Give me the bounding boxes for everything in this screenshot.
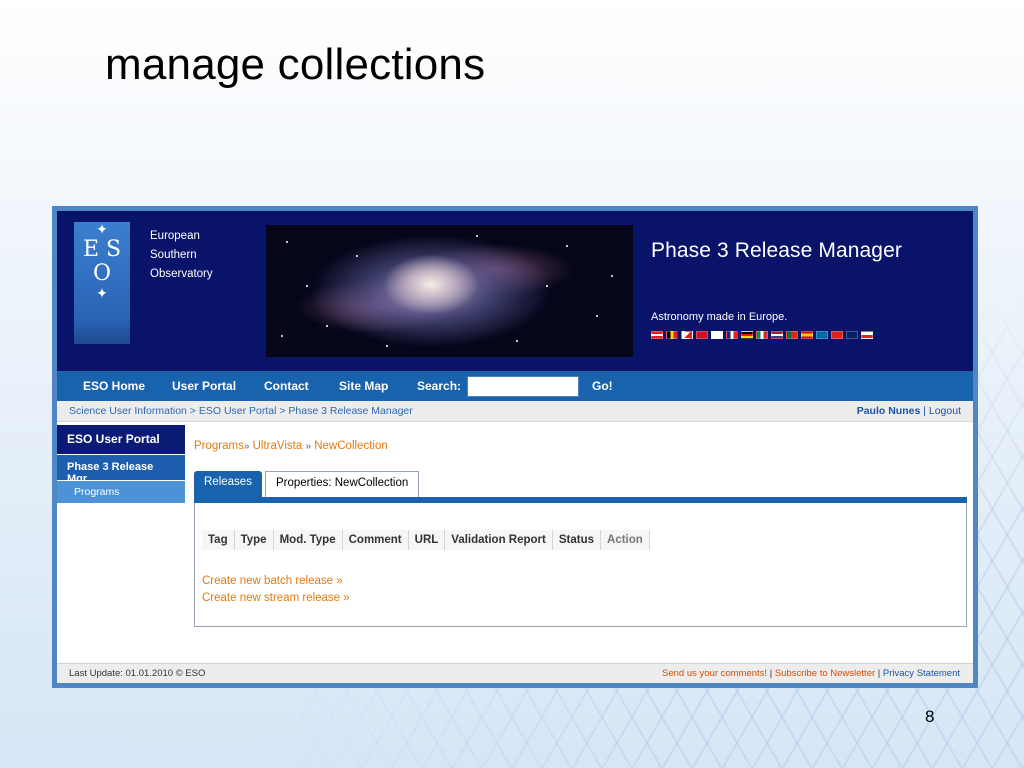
slide-number: 8	[925, 707, 935, 726]
search-label: Search:	[417, 379, 462, 393]
star-icon: ✦	[96, 222, 108, 238]
send-comments-link[interactable]: Send us your comments!	[662, 668, 767, 679]
flag-icon	[741, 331, 753, 339]
tagline: Astronomy made in Europe.	[651, 311, 788, 323]
screenshot-frame: ✦ E S O ✦ European Southern Observatory …	[52, 206, 978, 688]
sidebar-item-programs[interactable]: Programs	[57, 481, 185, 503]
flag-icon	[666, 331, 678, 339]
main-nav: ESO Home User Portal Contact Site Map Se…	[57, 371, 973, 401]
user-box: Paulo Nunes | Logout	[857, 405, 961, 417]
flag-icon	[846, 331, 858, 339]
flag-icon	[771, 331, 783, 339]
create-stream-release-link[interactable]: Create new stream release »	[202, 590, 350, 607]
nav-user-portal[interactable]: User Portal	[172, 379, 236, 393]
go-button[interactable]: Go!	[592, 379, 613, 393]
site-footer: Last Update: 01.01.2010 © ESO Send us yo…	[57, 663, 973, 683]
site-header: ✦ E S O ✦ European Southern Observatory …	[57, 211, 973, 371]
path-separator: »	[243, 441, 250, 452]
column-header: Validation Report	[445, 530, 553, 550]
galaxy-banner-image	[266, 225, 633, 357]
nav-eso-home[interactable]: ESO Home	[83, 379, 145, 393]
last-update: Last Update: 01.01.2010 © ESO	[69, 668, 206, 679]
privacy-statement-link[interactable]: Privacy Statement	[883, 668, 960, 679]
tab-properties[interactable]: Properties: NewCollection	[264, 471, 420, 498]
releases-panel: Tag Type Mod. Type Comment URL Validatio…	[194, 503, 967, 627]
logout-link[interactable]: Logout	[929, 405, 961, 417]
collection-path: Programs» UltraVista » NewCollection	[194, 440, 388, 452]
nav-site-map[interactable]: Site Map	[339, 379, 388, 393]
column-header: Type	[234, 530, 274, 550]
flag-icon	[861, 331, 873, 339]
search-input[interactable]	[467, 376, 579, 397]
table-header: Tag Type Mod. Type Comment URL Validatio…	[202, 530, 650, 550]
flag-icon	[816, 331, 828, 339]
subscribe-newsletter-link[interactable]: Subscribe to Newsletter	[775, 668, 875, 679]
path-ultravista-link[interactable]: UltraVista	[253, 440, 303, 452]
sidebar-item-release-mgr[interactable]: Phase 3 Release Mgr	[57, 455, 185, 485]
column-header: Action	[601, 530, 650, 550]
column-header: URL	[408, 530, 446, 550]
path-programs-link[interactable]: Programs	[194, 440, 244, 452]
flag-icon	[681, 331, 693, 339]
flag-icon	[801, 331, 813, 339]
country-flags	[651, 331, 911, 339]
column-header: Mod. Type	[273, 530, 343, 550]
org-name: European Southern Observatory	[150, 230, 213, 280]
flag-icon	[651, 331, 663, 339]
logo-letters: E S O	[82, 237, 122, 286]
path-separator: »	[305, 441, 312, 452]
create-batch-release-link[interactable]: Create new batch release »	[202, 573, 350, 590]
breadcrumb-bar: Science User Information > ESO User Port…	[57, 401, 973, 422]
eso-logo[interactable]: ✦ E S O ✦	[74, 222, 130, 344]
footer-links: Send us your comments! | Subscribe to Ne…	[662, 668, 960, 679]
breadcrumb[interactable]: Science User Information > ESO User Port…	[69, 405, 413, 417]
slide-title: manage collections	[105, 40, 486, 89]
user-name[interactable]: Paulo Nunes	[857, 405, 921, 417]
tab-releases[interactable]: Releases	[194, 471, 262, 498]
footer-separator: |	[769, 668, 773, 679]
flag-icon	[711, 331, 723, 339]
app-title: Phase 3 Release Manager	[651, 239, 902, 262]
path-newcollection-link[interactable]: NewCollection	[314, 440, 388, 452]
column-header: Tag	[202, 530, 235, 550]
flag-icon	[696, 331, 708, 339]
column-header: Comment	[342, 530, 409, 550]
flag-icon	[831, 331, 843, 339]
flag-icon	[756, 331, 768, 339]
star-icon: ✦	[96, 286, 108, 302]
release-actions: Create new batch release » Create new st…	[202, 573, 350, 607]
footer-separator: |	[877, 668, 881, 679]
tab-bar: Releases Properties: NewCollection	[194, 471, 420, 498]
user-separator: |	[923, 405, 926, 417]
flag-icon	[786, 331, 798, 339]
nav-contact[interactable]: Contact	[264, 379, 309, 393]
sidebar-item-eso-user-portal[interactable]: ESO User Portal	[57, 425, 185, 454]
flag-icon	[726, 331, 738, 339]
column-header: Status	[552, 530, 602, 550]
